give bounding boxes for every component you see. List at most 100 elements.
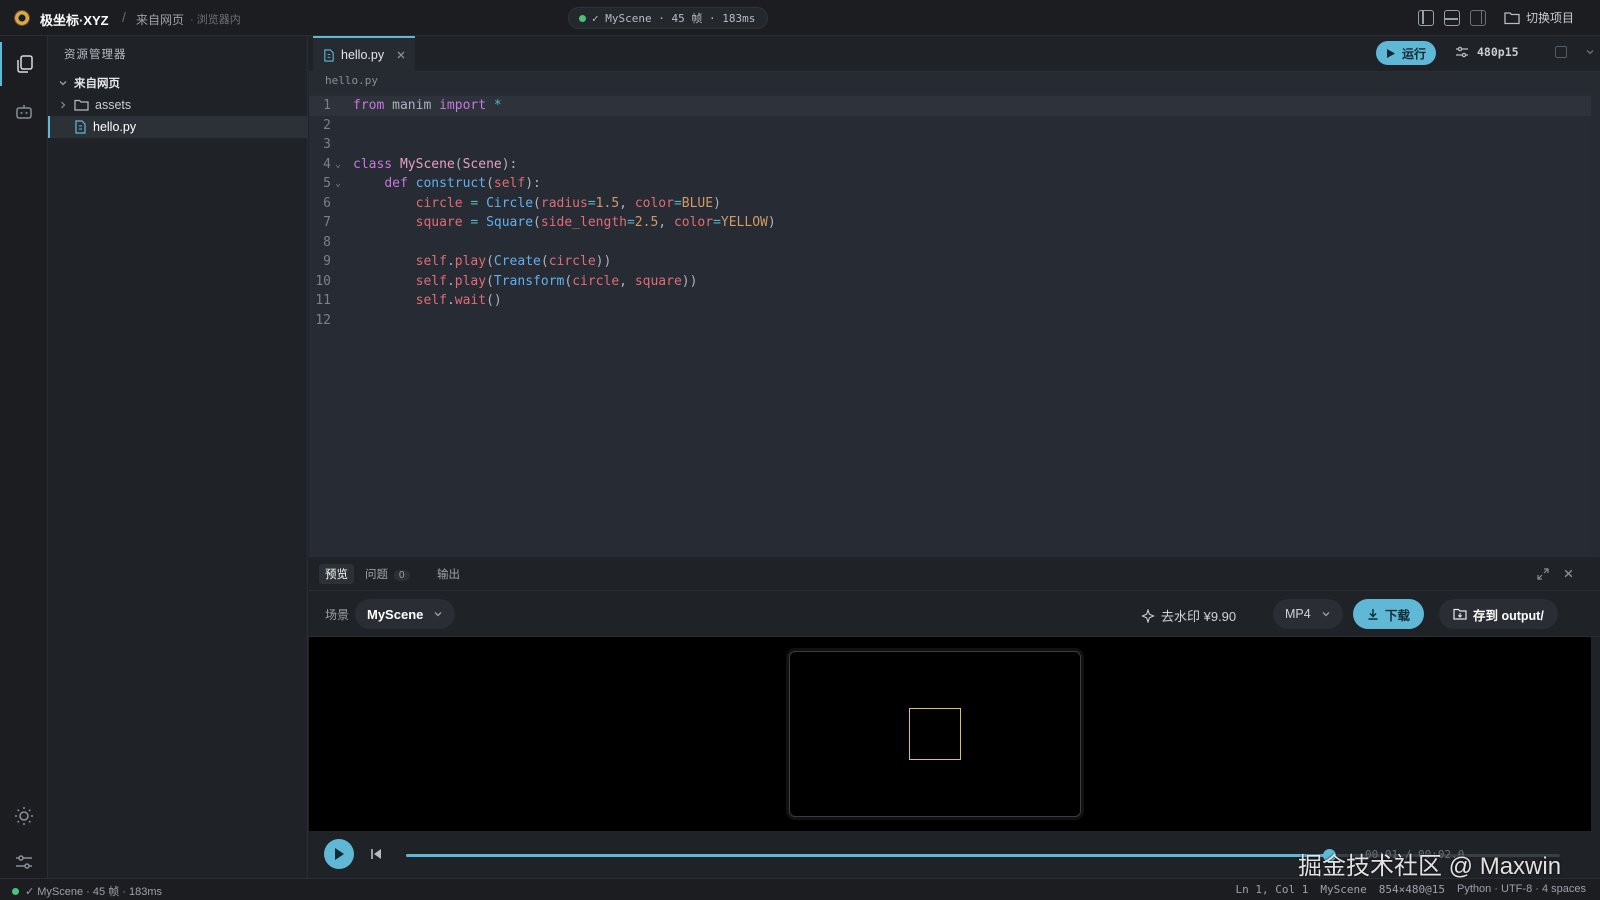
robot-icon [16,105,32,119]
tab-preview[interactable]: 预览 [319,564,354,584]
explorer-panel: 资源管理器 来自网页 assets hello.py [48,36,308,878]
folder-open-icon [1504,11,1520,24]
sun-icon [15,807,33,825]
tab-hello-py[interactable]: hello.py [313,36,415,72]
folder-icon [74,99,89,111]
quality-label: 480p15 [1477,45,1519,59]
settings-icon [1456,46,1468,58]
download-icon [1368,609,1378,620]
status-cursor[interactable]: Ln 1, Col 1 [1236,883,1309,896]
download-label: 下载 [1385,608,1411,623]
theme-toggle-button[interactable] [0,794,48,838]
panel-tab-bar: 预览 问题 0 输出 [309,557,1600,591]
status-language[interactable]: Python · UTF-8 · 4 spaces [1457,883,1586,896]
quality-selector[interactable]: 480p15 [1455,45,1595,59]
layout-left-icon[interactable] [1418,10,1434,26]
sliders-icon [16,855,32,869]
tab-output[interactable]: 输出 [437,566,460,582]
breadcrumb-location: · 浏览器内 [190,14,241,26]
render-status-pill: ✓ MyScene · 45 帧 · 183ms [568,7,769,29]
logo-icon [14,10,30,26]
line-number: 2 [323,117,331,133]
ai-assistant-activity-button[interactable] [0,90,48,134]
code-line[interactable]: 7 square = Square(side_length=2.5, color… [309,213,1591,233]
chevron-down-icon [1322,612,1330,617]
code-line[interactable]: 6 circle = Circle(radius=1.5, color=BLUE… [309,194,1591,214]
line-number: 11 [315,293,331,308]
download-button[interactable]: 下载 [1353,599,1425,629]
line-number: 12 [315,312,331,328]
code-line[interactable]: 3 [309,135,1591,155]
save-folder-icon [1453,608,1467,620]
progress-fill [406,854,1330,857]
run-label: 运行 [1402,46,1427,61]
switch-project-button[interactable]: 切换项目 [1504,9,1574,26]
scene-select[interactable]: MyScene [355,599,456,629]
maximize-icon[interactable] [1537,568,1549,580]
line-number: 1 [323,98,331,113]
code-line[interactable]: 11 self.wait() [309,291,1591,311]
close-icon[interactable] [396,50,406,60]
code-line[interactable]: 10 self.play(Transform(circle, square)) [309,272,1591,292]
code-line[interactable]: 2 [309,116,1591,136]
tab-problems[interactable]: 问题 0 [365,566,410,582]
status-dot-icon [12,887,19,895]
comment-icon[interactable] [1554,46,1567,58]
close-icon[interactable] [1563,568,1574,579]
status-scene[interactable]: MyScene [1320,883,1366,896]
chevron-down-icon [434,612,442,617]
skip-back-icon[interactable] [368,846,384,862]
code-text: square = Square(side_length=2.5, color=Y… [415,215,776,230]
play-icon [1387,48,1395,58]
tree-root-folder[interactable]: 来自网页 [48,72,308,94]
tree-item-label: hello.py [93,120,137,134]
code-line[interactable]: 9 self.play(Create(circle)) [309,252,1591,272]
line-number: 7 [323,215,331,230]
format-select-value: MP4 [1285,607,1311,621]
fold-chevron-icon[interactable]: ⌄ [335,155,341,175]
code-line[interactable]: 5 ⌄ def construct(self): [309,174,1591,194]
run-button[interactable]: 运行 [1376,41,1437,65]
code-line[interactable]: 8 [309,233,1591,253]
format-select[interactable]: MP4 [1273,599,1343,629]
code-text: class MyScene(Scene): [353,156,518,172]
code-text: circle = Circle(radius=1.5, color=BLUE) [415,195,721,211]
tab-problems-label: 问题 [365,569,388,581]
activity-bar [0,36,48,878]
status-right: Ln 1, Col 1 MyScene 854×480@15 Python · … [1236,883,1586,896]
breadcrumb-separator: / [122,9,126,25]
line-number: 6 [323,195,331,211]
video-preview-frame[interactable] [789,651,1081,817]
layout-bottom-icon[interactable] [1444,10,1460,26]
editor-breadcrumb: hello.py [325,74,378,87]
scene-select-value: MyScene [367,606,424,622]
tree-item-assets[interactable]: assets [48,94,308,116]
layout-right-icon[interactable] [1470,10,1486,26]
code-text: self.play(Transform(circle, square)) [415,273,698,289]
play-button[interactable] [324,839,354,869]
explorer-title: 资源管理器 [64,49,127,61]
sparkle-icon [1141,608,1155,623]
line-number: 4 [323,156,331,172]
code-line[interactable]: 4 ⌄ class MyScene(Scene): [309,155,1591,175]
code-line[interactable]: 1 from manim import * [309,96,1591,116]
save-to-output-button[interactable]: 存到 output/ [1439,599,1558,629]
breadcrumb-source[interactable]: 来自网页 [136,11,184,28]
chevron-down-icon [59,81,67,86]
code-editor[interactable]: 1 from manim import * 2 3 4 ⌄ class MyScene… [309,92,1591,556]
explorer-activity-button[interactable] [0,42,48,86]
tab-label: hello.py [341,48,385,62]
tree-item-hello-py[interactable]: hello.py [48,116,308,138]
chevron-right-icon [61,101,66,109]
fold-chevron-icon[interactable]: ⌄ [335,174,341,194]
editor-area: hello.py 运行 480p15 hello.py 1 from manim … [309,36,1600,556]
chevron-down-icon[interactable] [1585,47,1595,57]
code-text: self.wait() [415,293,502,308]
status-resolution[interactable]: 854×480@15 [1379,883,1445,896]
line-number: 10 [315,273,331,289]
code-line[interactable]: 12 [309,311,1591,331]
status-dot-icon [579,14,586,22]
files-icon [17,55,33,73]
status-left: ✓ MyScene · 45 帧 · 183ms [12,883,162,899]
remove-watermark-button[interactable]: 去水印 ¥9.90 [1141,606,1236,625]
